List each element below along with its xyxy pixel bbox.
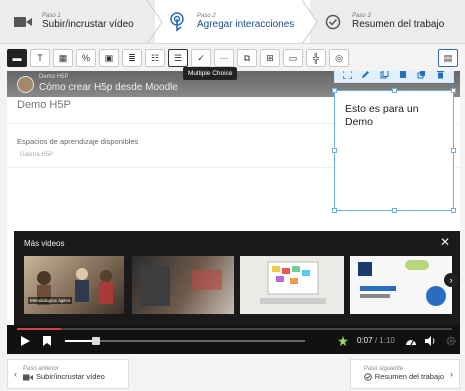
seek-bar[interactable] — [17, 328, 452, 330]
video-thumbnail[interactable] — [240, 256, 344, 314]
touch-pointer-icon — [167, 11, 189, 33]
video-thumbnail[interactable] — [350, 256, 452, 314]
video-camera-icon — [12, 11, 34, 33]
table-tool-icon[interactable]: ▦ — [53, 49, 73, 67]
text-interaction-box[interactable]: Esto es para un Demo — [332, 88, 456, 213]
step-number: Paso 1 — [42, 12, 61, 19]
chevron-left-icon: ‹ — [14, 369, 17, 379]
resize-handle[interactable] — [332, 88, 337, 93]
step-label: Subir/incrustar vídeo — [42, 19, 134, 31]
video-canvas[interactable]: Demo H5P Cómo crear H5p desde Moodle Dem… — [7, 71, 460, 354]
avatar — [17, 76, 34, 93]
step-label: Agregar interacciones — [197, 19, 295, 31]
thumbnail-caption: Metodologías ágiles — [28, 297, 73, 304]
tab-step-1[interactable]: Paso 1 Subir/incrustar vídeo — [0, 0, 163, 44]
multiple-choice-icon[interactable]: ☰ — [168, 49, 188, 67]
video-camera-icon — [23, 374, 33, 381]
play-icon[interactable] — [19, 335, 31, 347]
timeline-slider[interactable] — [65, 337, 305, 345]
step-tabs: Paso 1 Subir/incrustar vídeo Paso 2 Agre… — [0, 0, 465, 44]
more-videos-title: Más videos — [24, 239, 65, 248]
video-thumbnail[interactable]: Metodologías ágiles — [24, 256, 124, 314]
step-number: Paso 3 — [352, 12, 371, 19]
time-display: 0:07 / 1:10 — [357, 336, 395, 345]
bring-front-icon[interactable] — [416, 71, 427, 80]
check-circle-icon — [322, 11, 344, 33]
close-icon[interactable]: ✕ — [440, 235, 450, 249]
mark-words-icon[interactable]: ▭ — [283, 49, 303, 67]
current-time: 0:07 — [357, 336, 373, 345]
single-choice-icon[interactable]: ☷ — [145, 49, 165, 67]
step-label: Resumen del trabajo — [352, 19, 445, 31]
resize-handle[interactable] — [392, 208, 397, 213]
tooltip: Multiple Choice — [183, 67, 238, 80]
more-videos-panel: Más videos ✕ Metodologías ágiles › — [14, 231, 460, 333]
speed-gauge-icon[interactable] — [405, 335, 417, 347]
text-tool-icon[interactable]: T — [30, 49, 50, 67]
navigation-hotspot-icon[interactable]: ◎ — [329, 49, 349, 67]
paste-icon[interactable] — [398, 71, 409, 80]
resize-handle[interactable] — [451, 148, 456, 153]
resize-handle[interactable] — [332, 148, 337, 153]
true-false-icon[interactable]: ✓ — [191, 49, 211, 67]
image-tool-icon[interactable]: ▣ — [99, 49, 119, 67]
step-number: Paso 2 — [197, 12, 216, 19]
link-tool-icon[interactable]: % — [76, 49, 96, 67]
nav-destination: Resumen del trabajo — [374, 372, 444, 382]
video-title[interactable]: Cómo crear H5p desde Moodle — [39, 82, 178, 93]
tab-step-2[interactable]: Paso 2 Agregar interacciones — [155, 0, 318, 44]
gallery-link[interactable]: Galería H5P — [20, 152, 53, 158]
fullscreen-icon[interactable] — [342, 71, 353, 80]
next-arrow-icon[interactable]: › — [444, 273, 458, 287]
star-icon[interactable] — [337, 335, 349, 347]
resize-handle[interactable] — [451, 208, 456, 213]
text-content[interactable]: Esto es para un Demo — [345, 103, 445, 129]
statements-icon[interactable]: ≣ — [122, 49, 142, 67]
drag-text-icon[interactable]: ⊞ — [260, 49, 280, 67]
channel-name: Demo H5P — [39, 74, 69, 80]
resize-handle[interactable] — [451, 88, 456, 93]
total-duration: 1:10 — [379, 336, 395, 345]
copy-icon[interactable] — [379, 71, 390, 80]
volume-icon[interactable] — [425, 335, 437, 347]
drag-drop-icon[interactable]: ⧉ — [237, 49, 257, 67]
nav-destination: Subir/incrustar vídeo — [36, 372, 105, 382]
crossroads-icon[interactable]: ╬ — [306, 49, 326, 67]
questionnaire-icon[interactable]: ▤ — [438, 49, 458, 67]
label-tool-icon[interactable]: ▬ — [7, 49, 27, 67]
check-circle-icon — [363, 373, 372, 382]
video-thumbnail[interactable] — [132, 256, 234, 314]
resize-handle[interactable] — [392, 88, 397, 93]
bookmark-icon[interactable] — [41, 335, 53, 347]
fill-blanks-icon[interactable]: ⋯ — [214, 49, 234, 67]
delete-trash-icon[interactable] — [435, 71, 446, 80]
slider-handle[interactable] — [92, 337, 101, 345]
element-edit-bar — [334, 71, 454, 83]
chevron-right-icon: › — [450, 369, 453, 379]
resize-handle[interactable] — [332, 208, 337, 213]
previous-step-button[interactable]: ‹ Paso anterior Subir/incrustar vídeo — [7, 359, 129, 389]
tab-step-3[interactable]: Paso 3 Resumen del trabajo — [310, 0, 465, 43]
player-controls: 0:07 / 1:10 — [7, 325, 460, 354]
edit-pencil-icon[interactable] — [360, 71, 371, 80]
section-heading: Espacios de aprendizaje disponibles — [17, 137, 139, 146]
settings-gear-icon[interactable] — [445, 335, 457, 347]
time-separator: / — [374, 336, 378, 345]
next-step-button[interactable]: Paso siguiente Resumen del trabajo › — [350, 359, 460, 389]
page-title: Demo H5P — [17, 99, 71, 111]
